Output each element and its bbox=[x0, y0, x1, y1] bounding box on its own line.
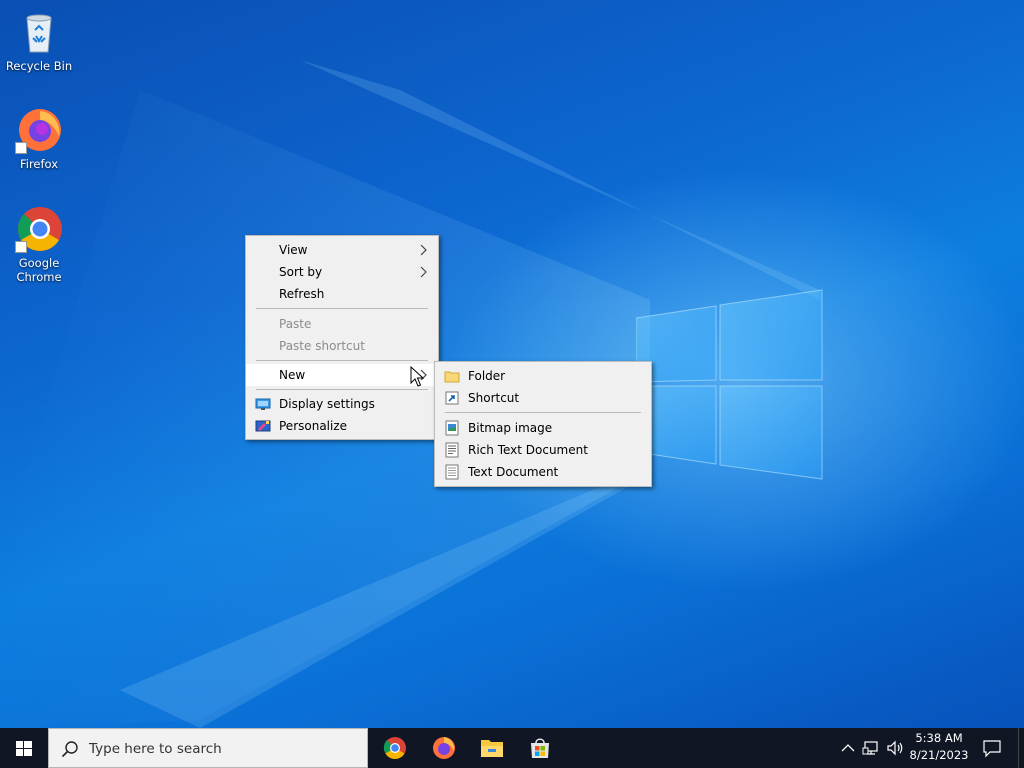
clock-date: 8/21/2023 bbox=[909, 748, 969, 762]
menu-item-label: Paste bbox=[279, 317, 312, 331]
chevron-up-icon[interactable] bbox=[838, 738, 858, 758]
firefox-icon bbox=[433, 737, 455, 759]
submenu-item-folder[interactable]: Folder bbox=[435, 365, 651, 387]
menu-item-view[interactable]: View bbox=[246, 239, 438, 261]
rich-text-icon bbox=[445, 442, 459, 458]
microsoft-store-icon bbox=[531, 738, 549, 758]
submenu-item-shortcut[interactable]: Shortcut bbox=[435, 387, 651, 409]
notification-icon bbox=[983, 740, 1001, 758]
show-desktop-button[interactable] bbox=[1018, 728, 1024, 768]
menu-item-display-settings[interactable]: Display settings bbox=[246, 393, 438, 415]
menu-item-label: View bbox=[279, 243, 308, 257]
menu-separator bbox=[256, 389, 428, 390]
taskbar-app-chrome[interactable] bbox=[371, 728, 419, 768]
desktop-icon-label: Recycle Bin bbox=[5, 59, 73, 73]
chevron-right-icon bbox=[420, 266, 427, 278]
search-placeholder: Type here to search bbox=[89, 741, 222, 757]
desktop-icon-chrome[interactable]: Google Chrome bbox=[1, 205, 77, 284]
firefox-icon bbox=[15, 106, 63, 154]
menu-item-label: Text Document bbox=[468, 465, 559, 479]
menu-item-label: Folder bbox=[468, 369, 506, 383]
menu-item-label: Paste shortcut bbox=[279, 339, 365, 353]
menu-item-personalize[interactable]: Personalize bbox=[246, 415, 438, 437]
menu-item-label: Shortcut bbox=[468, 391, 520, 405]
taskbar-clock[interactable]: 5:38 AM 8/21/2023 bbox=[900, 730, 978, 764]
windows-start-icon bbox=[16, 741, 32, 756]
menu-item-sort-by[interactable]: Sort by bbox=[246, 261, 438, 283]
taskbar: Type here to search 5:38 AM 8/21/2023 bbox=[0, 728, 1024, 768]
menu-item-label: Personalize bbox=[279, 419, 348, 433]
menu-separator bbox=[256, 360, 428, 361]
menu-item-label: Bitmap image bbox=[468, 421, 553, 435]
desktop-icon-label: Firefox bbox=[19, 157, 59, 171]
desktop[interactable]: Recycle Bin Firefox Google Chrome View S… bbox=[0, 0, 1024, 728]
start-button[interactable] bbox=[0, 728, 48, 768]
windows-logo-wallpaper bbox=[636, 289, 823, 480]
taskbar-app-file-explorer[interactable] bbox=[468, 728, 516, 768]
chrome-icon bbox=[15, 205, 63, 253]
desktop-icon-recycle-bin[interactable]: Recycle Bin bbox=[1, 8, 77, 73]
submenu-item-bitmap[interactable]: Bitmap image bbox=[435, 417, 651, 439]
desktop-icon-label: Google Chrome bbox=[16, 256, 62, 284]
file-explorer-icon bbox=[481, 740, 503, 757]
folder-icon bbox=[444, 371, 460, 383]
menu-item-label: Rich Text Document bbox=[468, 443, 588, 457]
menu-separator bbox=[445, 412, 641, 413]
recycle-bin-icon bbox=[15, 8, 63, 56]
desktop-icon-firefox[interactable]: Firefox bbox=[1, 106, 77, 171]
clock-time: 5:38 AM bbox=[915, 731, 963, 745]
mouse-cursor-icon bbox=[410, 366, 425, 387]
shortcut-arrow-icon bbox=[15, 142, 27, 154]
personalize-icon bbox=[255, 420, 271, 432]
menu-item-refresh[interactable]: Refresh bbox=[246, 283, 438, 305]
menu-item-label: Refresh bbox=[279, 287, 325, 301]
menu-item-label: New bbox=[279, 368, 306, 382]
network-icon[interactable] bbox=[862, 738, 882, 758]
menu-item-label: Sort by bbox=[279, 265, 323, 279]
menu-item-label: Display settings bbox=[279, 397, 375, 411]
action-center-button[interactable] bbox=[976, 728, 1008, 768]
search-icon bbox=[61, 741, 78, 758]
chrome-icon bbox=[383, 737, 406, 759]
desktop-context-menu: View Sort by Refresh Paste Paste shortcu… bbox=[245, 235, 439, 440]
taskbar-app-microsoft-store[interactable] bbox=[516, 728, 564, 768]
chevron-right-icon bbox=[420, 244, 427, 256]
shortcut-arrow-icon bbox=[15, 241, 27, 253]
display-settings-icon bbox=[255, 398, 271, 410]
shortcut-icon bbox=[445, 391, 459, 405]
new-submenu: Folder Shortcut Bitmap image Rich Text D… bbox=[434, 361, 652, 487]
bitmap-icon bbox=[445, 420, 459, 436]
submenu-item-text-document[interactable]: Text Document bbox=[435, 461, 651, 483]
menu-item-paste[interactable]: Paste bbox=[246, 313, 438, 335]
menu-separator bbox=[256, 308, 428, 309]
submenu-item-rich-text[interactable]: Rich Text Document bbox=[435, 439, 651, 461]
taskbar-search-box[interactable]: Type here to search bbox=[48, 728, 368, 768]
menu-item-paste-shortcut[interactable]: Paste shortcut bbox=[246, 335, 438, 357]
taskbar-app-firefox[interactable] bbox=[420, 728, 468, 768]
text-document-icon bbox=[445, 464, 459, 480]
